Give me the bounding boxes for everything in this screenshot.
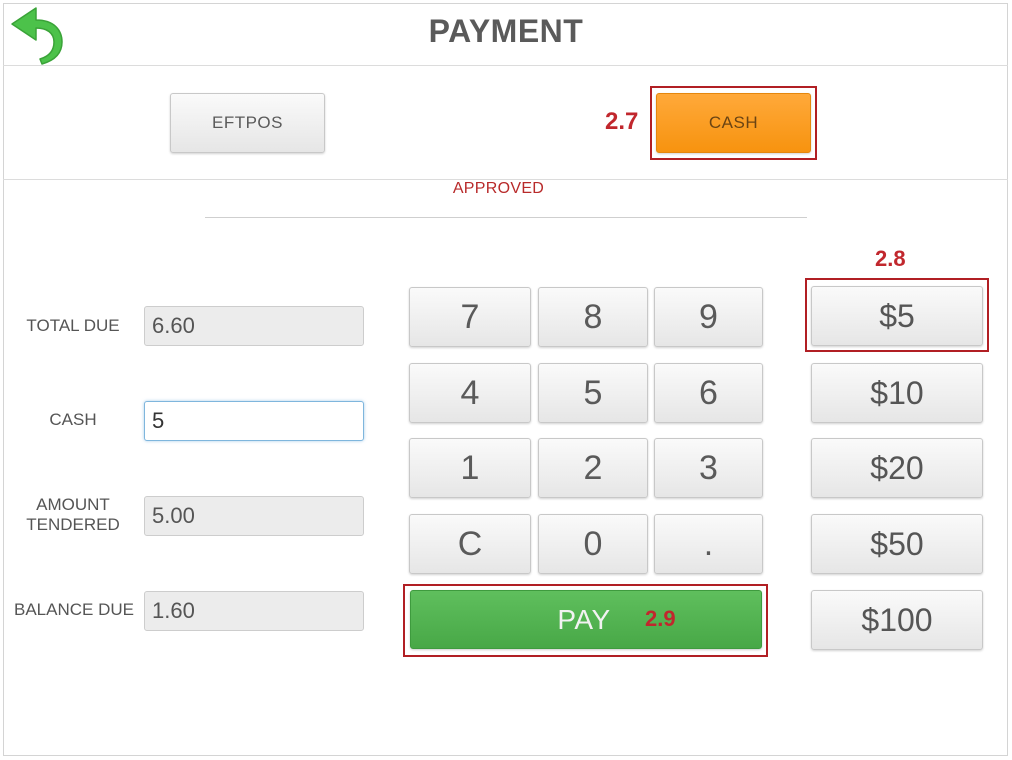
keypad-7-label: 7 bbox=[460, 297, 480, 336]
keypad-5-button[interactable]: 5 bbox=[538, 363, 648, 423]
amount-tendered-label-line1: AMOUNT bbox=[36, 495, 110, 514]
quick-amount-100-button[interactable]: $100 bbox=[811, 590, 983, 650]
quick-amount-20-button[interactable]: $20 bbox=[811, 438, 983, 498]
keypad-1-label: 1 bbox=[460, 448, 480, 487]
pay-annotation-marker: 2.9 bbox=[645, 606, 676, 631]
keypad-clear-button[interactable]: C bbox=[409, 514, 531, 574]
keypad-9-button[interactable]: 9 bbox=[654, 287, 763, 347]
balance-due-field bbox=[144, 591, 364, 631]
amount-tendered-field bbox=[144, 496, 364, 536]
balance-due-label: BALANCE DUE bbox=[14, 600, 134, 619]
page-title: PAYMENT bbox=[428, 13, 584, 49]
amount-tendered-label: AMOUNT TENDERED bbox=[10, 495, 136, 535]
keypad-2-button[interactable]: 2 bbox=[538, 438, 648, 498]
status-divider bbox=[205, 217, 807, 218]
total-due-field bbox=[144, 306, 364, 346]
keypad-decimal-label: . bbox=[703, 524, 714, 563]
amount-tendered-label-line2: TENDERED bbox=[26, 515, 120, 534]
keypad-8-label: 8 bbox=[583, 297, 603, 336]
quick-amount-annotation-marker: 2.8 bbox=[875, 246, 906, 271]
quick-amount-20-label: $20 bbox=[870, 449, 924, 486]
cash-annotation-marker: 2.7 bbox=[605, 108, 639, 135]
header-divider bbox=[3, 65, 1008, 66]
quick-amount-5-label: $5 bbox=[879, 297, 915, 334]
quick-amount-10-button[interactable]: $10 bbox=[811, 363, 983, 423]
quick-amount-5-button[interactable]: $5 bbox=[811, 286, 983, 346]
eftpos-button-label: EFTPOS bbox=[211, 113, 283, 132]
pay-button[interactable]: PAY bbox=[410, 590, 762, 649]
keypad-1-button[interactable]: 1 bbox=[409, 438, 531, 498]
total-due-label: TOTAL DUE bbox=[26, 316, 120, 335]
pay-button-label: PAY bbox=[557, 603, 611, 635]
keypad-3-button[interactable]: 3 bbox=[654, 438, 763, 498]
keypad-6-button[interactable]: 6 bbox=[654, 363, 763, 423]
keypad-2-label: 2 bbox=[583, 448, 603, 487]
keypad-0-button[interactable]: 0 bbox=[538, 514, 648, 574]
keypad-5-label: 5 bbox=[583, 373, 603, 412]
eftpos-button[interactable]: EFTPOS bbox=[170, 93, 325, 153]
quick-amount-10-label: $10 bbox=[870, 374, 924, 411]
quick-amount-50-button[interactable]: $50 bbox=[811, 514, 983, 574]
keypad-8-button[interactable]: 8 bbox=[538, 287, 648, 347]
cash-input[interactable] bbox=[144, 401, 364, 441]
keypad-6-label: 6 bbox=[699, 373, 718, 412]
keypad-4-label: 4 bbox=[460, 373, 480, 412]
cash-label: CASH bbox=[49, 410, 97, 429]
keypad-decimal-button[interactable]: . bbox=[654, 514, 763, 574]
payment-status: APPROVED bbox=[452, 180, 545, 197]
quick-amount-50-label: $50 bbox=[870, 525, 924, 562]
keypad-0-label: 0 bbox=[583, 524, 603, 563]
cash-button[interactable]: CASH bbox=[656, 93, 811, 153]
keypad-4-button[interactable]: 4 bbox=[409, 363, 531, 423]
keypad-clear-label: C bbox=[457, 524, 483, 563]
cash-button-label: CASH bbox=[708, 113, 759, 132]
keypad-7-button[interactable]: 7 bbox=[409, 287, 531, 347]
keypad-9-label: 9 bbox=[699, 297, 718, 336]
keypad-3-label: 3 bbox=[699, 448, 718, 487]
quick-amount-100-label: $100 bbox=[861, 601, 933, 638]
